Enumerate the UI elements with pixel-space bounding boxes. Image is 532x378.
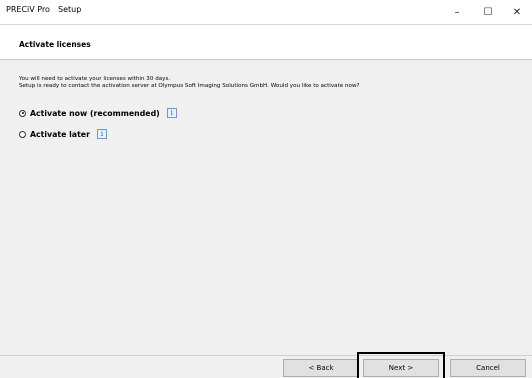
next-button-label: Next > xyxy=(388,364,414,372)
intro-text: You will need to activate your licenses … xyxy=(19,76,360,90)
radio-activate-now[interactable] xyxy=(19,109,26,117)
maximize-button[interactable]: ☐ xyxy=(473,0,503,24)
app-name: PRECiV Pro xyxy=(6,5,50,14)
footer-divider xyxy=(0,355,532,356)
page-title: Activate licenses xyxy=(19,40,91,49)
minimize-button[interactable]: – xyxy=(442,0,472,24)
close-icon: ✕ xyxy=(512,6,522,18)
maximize-icon: ☐ xyxy=(483,6,493,18)
cancel-button-label: Cancel xyxy=(476,364,500,372)
option-label-activate-now: Activate now (recommended) xyxy=(30,108,160,118)
wizard-header: Activate licenses xyxy=(0,24,532,60)
back-button[interactable]: < Back xyxy=(283,359,359,377)
info-icon[interactable]: i xyxy=(96,129,107,139)
cancel-button[interactable]: Cancel xyxy=(450,359,526,377)
window-title: Setup xyxy=(58,5,82,14)
intro-line-1: You will need to activate your licenses … xyxy=(19,76,171,82)
next-button[interactable]: Next > xyxy=(363,359,439,377)
close-button[interactable]: ✕ xyxy=(502,0,532,24)
title-bar: PRECiV Pro Setup – ☐ ✕ xyxy=(0,0,532,24)
option-activate-later[interactable]: Activate later i xyxy=(19,129,107,139)
radio-activate-later[interactable] xyxy=(19,130,26,138)
back-button-label: < Back xyxy=(308,364,334,372)
info-icon[interactable]: i xyxy=(166,108,177,118)
minimize-icon: – xyxy=(454,6,460,18)
option-label-activate-later: Activate later xyxy=(30,129,90,139)
option-activate-now[interactable]: Activate now (recommended) i xyxy=(19,108,177,118)
intro-line-2: Setup is ready to contact the activation… xyxy=(19,83,360,89)
